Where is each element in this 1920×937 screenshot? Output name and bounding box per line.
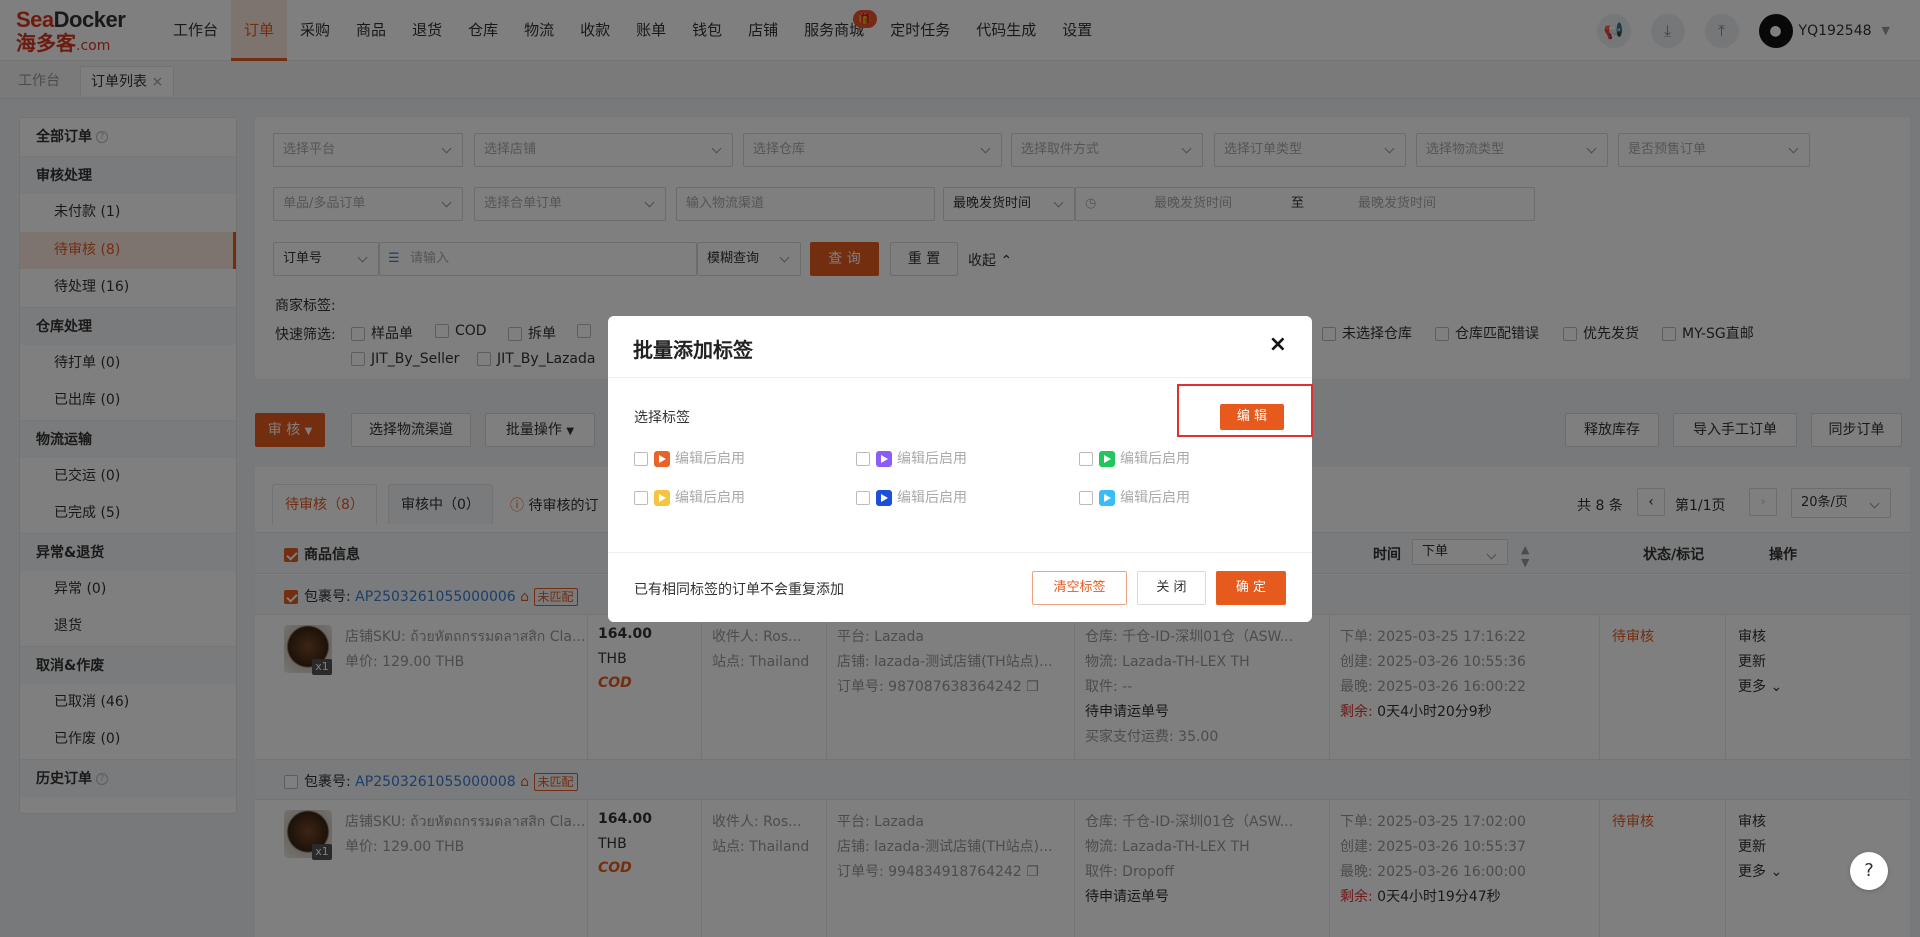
tag-option[interactable]: 编辑后启用 (856, 448, 967, 468)
play-icon (876, 490, 892, 506)
play-icon (654, 490, 670, 506)
batch-add-tag-dialog: 批量添加标签 × 选择标签 编 辑 编辑后启用 编辑后启用 编辑后启用 编辑后启… (608, 316, 1312, 622)
close-button[interactable]: 关 闭 (1137, 571, 1206, 605)
duplicate-note: 已有相同标签的订单不会重复添加 (634, 582, 844, 598)
confirm-button[interactable]: 确 定 (1216, 571, 1286, 605)
tag-option[interactable]: 编辑后启用 (856, 487, 967, 507)
tag-option[interactable]: 编辑后启用 (1079, 448, 1190, 468)
play-icon (1099, 451, 1115, 467)
dialog-footer: 已有相同标签的订单不会重复添加 清空标签 关 闭 确 定 (608, 552, 1312, 622)
clear-tags-button[interactable]: 清空标签 (1032, 571, 1127, 605)
play-icon (654, 451, 670, 467)
tag-option[interactable]: 编辑后启用 (634, 448, 745, 468)
help-button[interactable]: ? (1850, 852, 1888, 890)
tag-option[interactable]: 编辑后启用 (634, 487, 745, 507)
tag-option[interactable]: 编辑后启用 (1079, 487, 1190, 507)
close-icon[interactable]: × (1269, 332, 1287, 357)
play-icon (1099, 490, 1115, 506)
dialog-title: 批量添加标签 (633, 338, 753, 362)
highlight-box (1177, 384, 1313, 437)
play-icon (876, 451, 892, 467)
select-tag-label: 选择标签 (634, 410, 690, 426)
dialog-header: 批量添加标签 × (608, 316, 1312, 378)
